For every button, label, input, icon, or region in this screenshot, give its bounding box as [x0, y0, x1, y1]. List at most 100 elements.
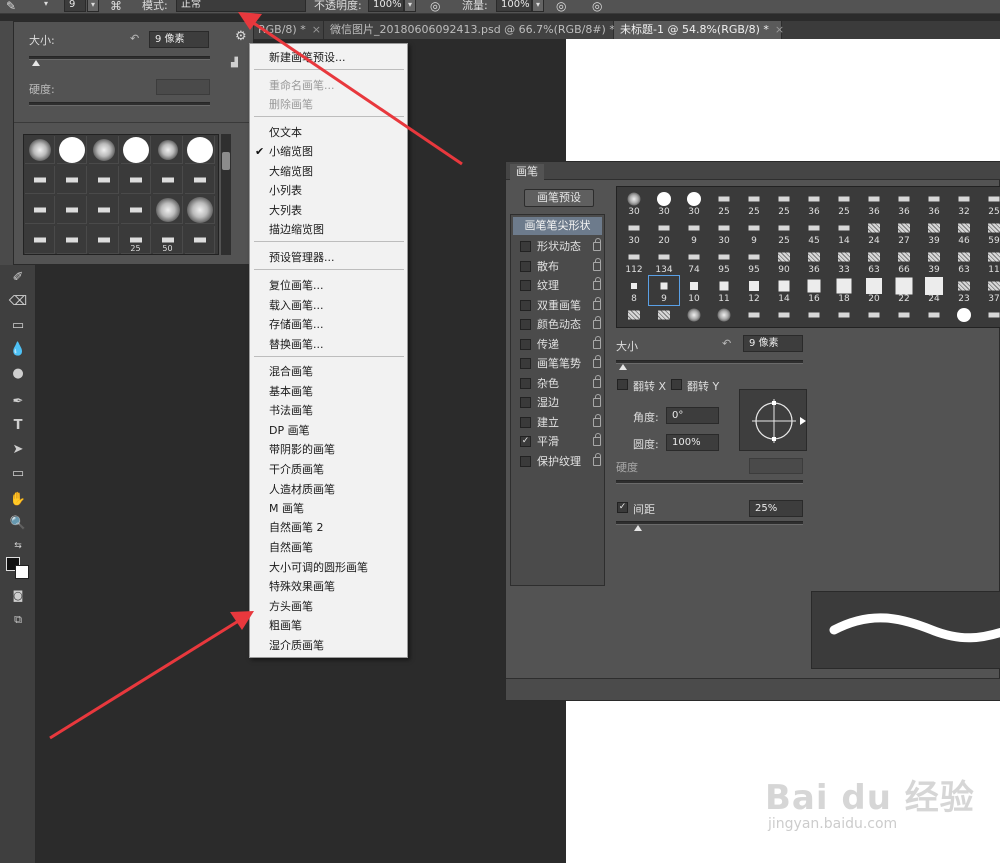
rectangle-tool-icon[interactable]: ▭	[8, 465, 28, 483]
option-checkbox[interactable]	[520, 338, 531, 350]
brush-tip-cell[interactable]: 9	[648, 275, 680, 306]
brush-preset-cell[interactable]	[25, 226, 55, 254]
brush-tip-cell[interactable]: 8	[619, 276, 649, 305]
brush-tip-cell[interactable]: 9	[679, 218, 709, 247]
new-preset-icon[interactable]: ▟	[231, 58, 238, 68]
panel-tab-brush[interactable]: 画笔	[510, 164, 544, 180]
brush-tip-cell[interactable]	[619, 305, 649, 327]
brush-tip-cell[interactable]	[949, 305, 979, 327]
brush-presets-button[interactable]: 画笔预设	[524, 189, 594, 207]
menu-item[interactable]: 自然画笔 2	[250, 518, 407, 538]
type-tool-icon[interactable]: T	[8, 417, 28, 435]
mode-select[interactable]: 正常	[176, 0, 306, 12]
tab-document-1[interactable]: RGB/8) * ×	[252, 21, 324, 39]
menu-item[interactable]: 大列表	[250, 201, 407, 221]
brush-preset-cell[interactable]	[153, 196, 183, 224]
tab-document-3[interactable]: 未标题-1 @ 54.8%(RGB/8) * ×	[614, 21, 784, 39]
menu-item[interactable]: 大小可调的圆形画笔	[250, 558, 407, 578]
brush-tip-cell[interactable]: 9	[739, 218, 769, 247]
history-brush-tool-icon[interactable]: ✐	[8, 269, 28, 287]
scrollbar[interactable]	[221, 134, 231, 255]
menu-item[interactable]: 混合画笔	[250, 362, 407, 382]
pressure-size-icon[interactable]: ◎	[592, 0, 602, 14]
brush-tip-cell[interactable]: 18	[829, 276, 859, 305]
option-checkbox[interactable]	[520, 377, 531, 389]
brush-tip-cell[interactable]: 23	[949, 276, 979, 305]
brush-tip-cell[interactable]: 66	[889, 247, 919, 276]
lock-icon[interactable]	[593, 413, 601, 427]
pressure-opacity-icon[interactable]: ◎	[430, 0, 440, 14]
brush-tip-cell[interactable]	[769, 305, 799, 327]
brush-tip-cell[interactable]: 59	[979, 218, 1000, 247]
brush-picker-dropdown[interactable]: ▾	[87, 0, 99, 12]
menu-item[interactable]: 载入画笔...	[250, 296, 407, 316]
option-checkbox[interactable]	[520, 397, 531, 408]
tip-hardness-slider[interactable]	[616, 480, 803, 484]
brush-tip-cell[interactable]: 95	[739, 247, 769, 276]
hardness-slider[interactable]	[29, 102, 210, 106]
brush-tip-cell[interactable]: 30	[679, 189, 709, 218]
brush-tip-cell[interactable]: 45	[799, 218, 829, 247]
brush-option-item[interactable]: 散布	[511, 257, 604, 277]
option-checkbox[interactable]	[520, 260, 531, 272]
brush-tip-cell[interactable]: 25	[739, 189, 769, 218]
tip-size-field[interactable]: 9 像素	[743, 335, 803, 352]
menu-item[interactable]: 湿介质画笔	[250, 636, 407, 656]
size-field[interactable]: 9 像素	[149, 31, 209, 48]
brush-preset-cell[interactable]	[185, 166, 215, 194]
brush-tip-cell[interactable]	[829, 305, 859, 327]
hand-tool-icon[interactable]: ✋	[8, 491, 28, 509]
brush-tip-cell[interactable]: 36	[799, 247, 829, 276]
lock-icon[interactable]	[593, 277, 601, 290]
brush-tip-cell[interactable]: 37	[979, 276, 1000, 305]
brush-tip-cell[interactable]: 134	[649, 247, 679, 276]
brush-preset-cell[interactable]	[89, 226, 119, 254]
roundness-field[interactable]: 100%	[666, 434, 719, 451]
brush-tip-cell[interactable]: 25	[709, 189, 739, 218]
option-checkbox[interactable]	[520, 358, 531, 369]
lock-icon[interactable]	[593, 257, 601, 271]
pen-tool-icon[interactable]: ✒	[8, 393, 28, 411]
zoom-tool-icon[interactable]: 🔍	[8, 515, 28, 533]
brush-preset-cell[interactable]	[121, 196, 151, 224]
menu-item[interactable]: 新建画笔预设...	[250, 48, 407, 68]
opacity-field[interactable]: 100%	[368, 0, 404, 12]
brush-tip-cell[interactable]	[889, 305, 919, 327]
reset-size-icon[interactable]: ↶	[130, 32, 139, 45]
brush-preset-cell[interactable]	[25, 136, 55, 164]
brush-tip-cell[interactable]: 63	[859, 247, 889, 276]
brush-tip-cell[interactable]: 11	[979, 247, 1000, 276]
close-icon[interactable]: ×	[312, 23, 321, 36]
opacity-dropdown[interactable]: ▾	[404, 0, 416, 12]
brush-preset-cell[interactable]	[89, 136, 119, 164]
brush-tip-cell[interactable]: 30	[649, 189, 679, 218]
menu-item[interactable]: 小列表	[250, 181, 407, 201]
menu-item[interactable]: 仅文本	[250, 123, 407, 143]
brush-tip-cell[interactable]: 25	[829, 189, 859, 218]
brush-tip-cell[interactable]	[979, 305, 1000, 327]
brush-preset-cell[interactable]	[57, 136, 87, 164]
brush-tip-cell[interactable]: 36	[799, 189, 829, 218]
brush-tip-cell[interactable]: 36	[859, 189, 889, 218]
brush-preset-cell[interactable]	[57, 226, 87, 254]
brush-tip-cell[interactable]: 12	[739, 276, 769, 305]
lock-icon[interactable]	[593, 374, 601, 388]
brush-tip-cell[interactable]: 24	[859, 218, 889, 247]
brush-option-item[interactable]: 纹理	[511, 276, 604, 296]
brush-preset-cell[interactable]	[185, 196, 215, 224]
brush-tip-cell[interactable]	[859, 305, 889, 327]
tip-hardness-field[interactable]	[749, 458, 803, 474]
menu-item[interactable]: 带阴影的画笔	[250, 440, 407, 460]
size-slider-thumb[interactable]	[32, 60, 40, 66]
menu-item[interactable]: 大缩览图	[250, 162, 407, 182]
swap-colors-icon[interactable]: ⇆	[8, 537, 28, 555]
brush-tip-cell[interactable]	[679, 305, 709, 327]
brush-tip-cell[interactable]: 30	[619, 218, 649, 247]
menu-item[interactable]: 替换画笔...	[250, 335, 407, 355]
option-checkbox[interactable]	[520, 319, 531, 330]
brush-preset-cell[interactable]	[25, 166, 55, 194]
brush-preset-cell[interactable]	[57, 166, 87, 194]
menu-item[interactable]: DP 画笔	[250, 421, 407, 441]
brush-tip-cell[interactable]: 90	[769, 247, 799, 276]
option-checkbox[interactable]	[520, 280, 531, 291]
